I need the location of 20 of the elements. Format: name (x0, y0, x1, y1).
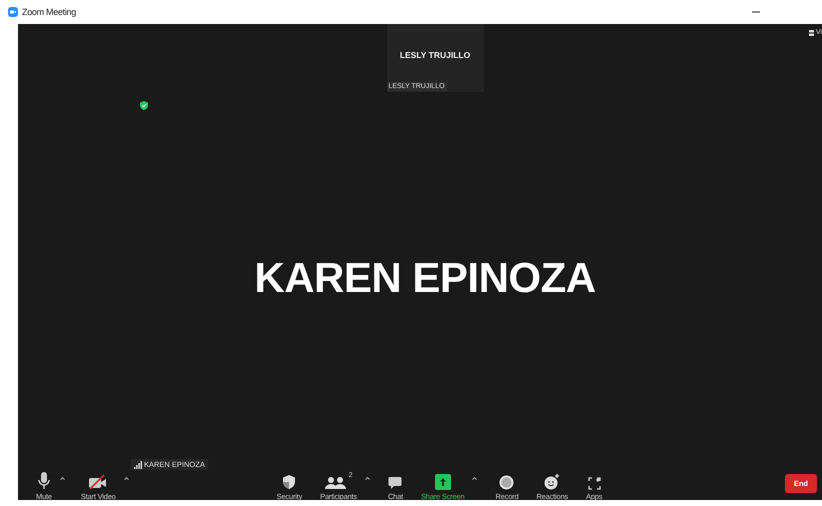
chat-bubble-icon (388, 476, 402, 490)
microphone-icon (38, 472, 50, 490)
grid-icon (808, 30, 814, 36)
camera-off-icon (88, 474, 108, 490)
active-speaker-name: KAREN EPINOZA (254, 254, 596, 302)
record-icon (499, 475, 514, 490)
caret-icon[interactable] (364, 477, 370, 480)
signal-bars-icon (134, 460, 142, 468)
verified-shield-icon (140, 101, 148, 110)
minimize-icon[interactable] (752, 10, 760, 14)
caret-icon[interactable] (124, 477, 129, 480)
participant-name: LESLY TRUJILLO (398, 49, 472, 62)
shield-icon (282, 474, 296, 490)
app-logo-icon (8, 7, 18, 17)
window-title: Zoom Meeting (22, 7, 76, 17)
people-icon (324, 476, 347, 490)
apps-icon (588, 477, 601, 490)
caret-icon[interactable] (472, 477, 478, 480)
caret-icon[interactable] (60, 477, 65, 480)
smiley-icon (544, 474, 560, 490)
